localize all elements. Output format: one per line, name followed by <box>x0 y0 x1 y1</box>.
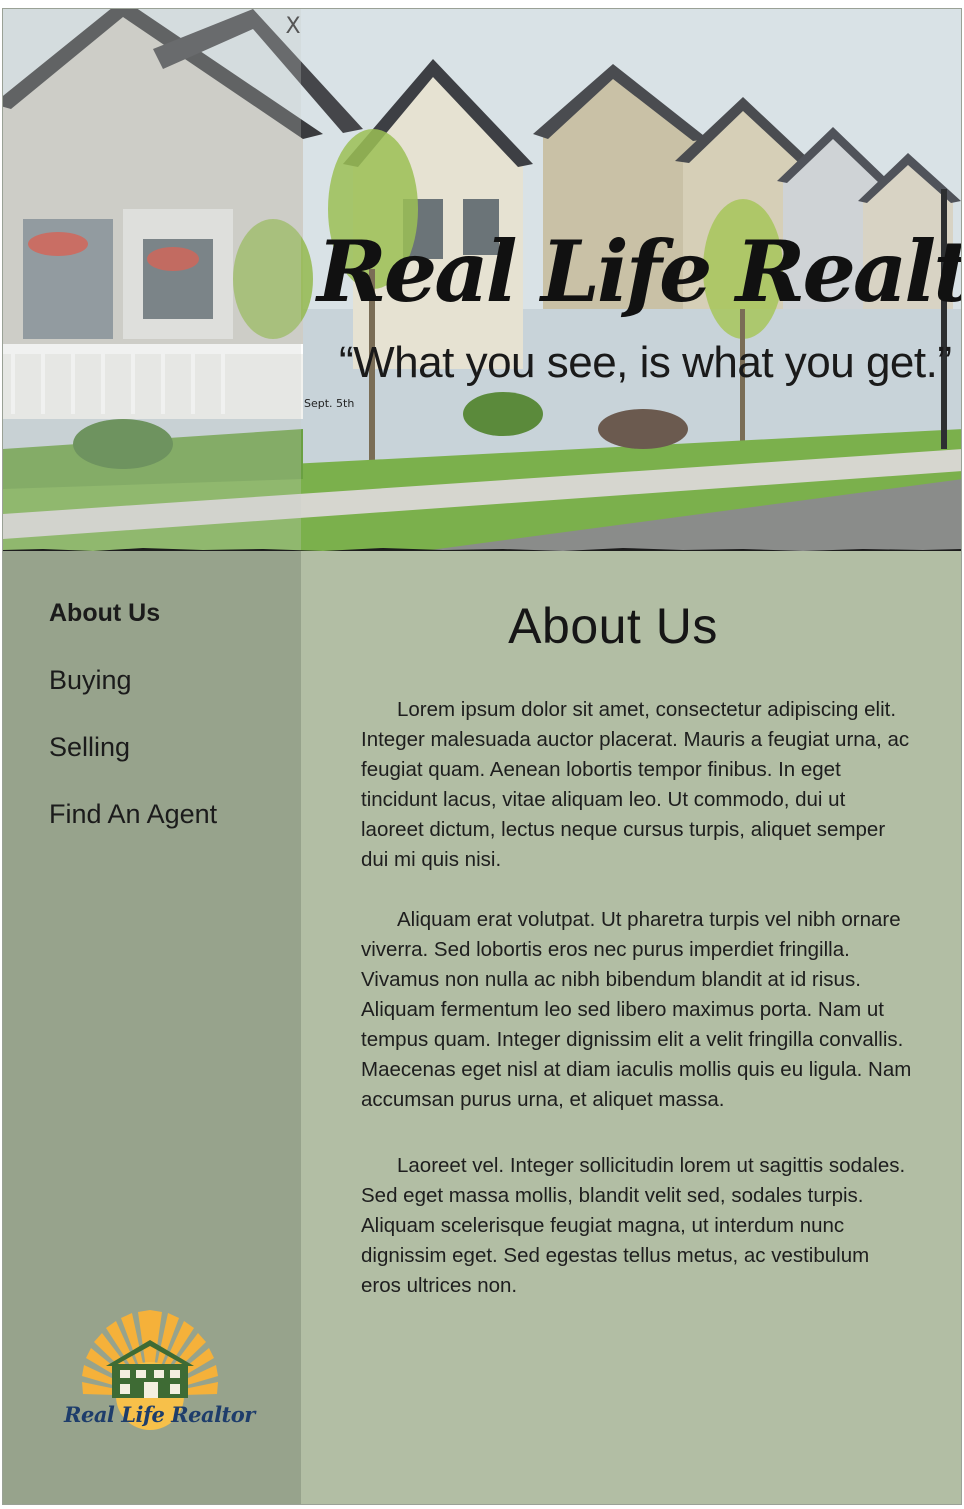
page: X Real Life Realtor “What you see, is wh… <box>0 0 964 1509</box>
close-icon[interactable]: X <box>283 15 303 39</box>
sidebar-item-find-an-agent[interactable]: Find An Agent <box>49 794 217 861</box>
date-label: Sept. 5th <box>304 397 355 410</box>
site-frame: X Real Life Realtor “What you see, is wh… <box>2 8 962 1505</box>
content-paragraph: Aliquam erat volutpat. Ut pharetra turpi… <box>361 908 912 1111</box>
hero-left-overlay <box>3 9 301 551</box>
page-title: About Us <box>508 598 718 654</box>
brand-logo[interactable]: Real Life Realtor <box>64 1310 255 1434</box>
sidebar-item-about-us[interactable]: About Us <box>49 593 217 660</box>
tagline: “What you see, is what you get.” <box>339 338 952 387</box>
hero-banner: X Real Life Realtor “What you see, is wh… <box>3 9 961 551</box>
sidebar-item-selling[interactable]: Selling <box>49 727 217 794</box>
main-content: About Us Lorem ipsum dolor sit amet, con… <box>301 551 961 1504</box>
logo-wordmark: Real Life Realtor <box>64 1402 255 1427</box>
brand-title: Real Life Realtor <box>317 222 961 321</box>
content-paragraph: Lorem ipsum dolor sit amet, consectetur … <box>361 698 910 871</box>
sidebar-nav: About Us Buying Selling Find An Agent <box>49 593 217 861</box>
content-paragraph: Laoreet vel. Integer sollicitudin lorem … <box>361 1154 906 1297</box>
sidebar-item-buying[interactable]: Buying <box>49 660 217 727</box>
